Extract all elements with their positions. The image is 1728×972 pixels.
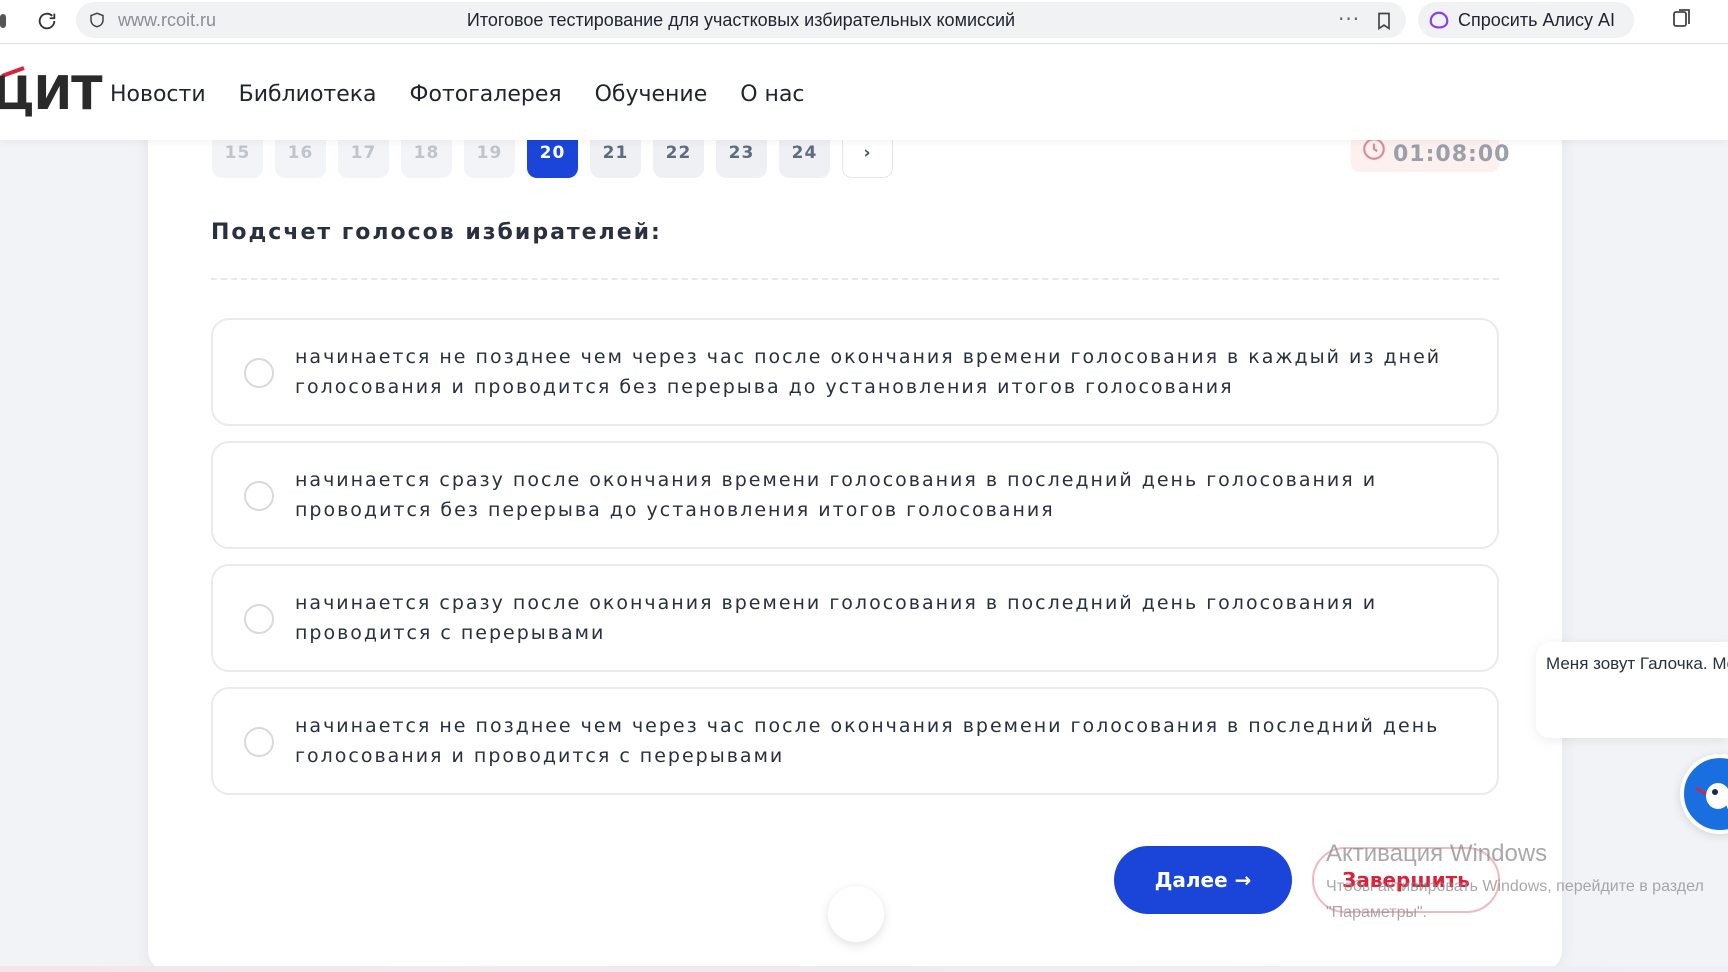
scroll-up-button[interactable] [828, 886, 884, 942]
browser-toolbar: www.rcoit.ru Итоговое тестирование для у… [0, 0, 1728, 44]
ask-alice-button[interactable]: Спросить Алису AI [1418, 2, 1634, 38]
nav-news[interactable]: Новости [110, 82, 206, 107]
finish-button[interactable]: Завершить [1312, 847, 1500, 913]
divider [211, 278, 1499, 280]
back-icon[interactable] [0, 14, 6, 28]
reload-icon[interactable] [32, 6, 62, 36]
ask-alice-label: Спросить Алису AI [1458, 10, 1616, 30]
chat-bubble[interactable]: Меня зовут Галочка. Могу ли я Вам помочь… [1536, 642, 1728, 738]
answer-option[interactable]: начинается не позднее чем через час посл… [211, 318, 1499, 426]
timer-value: 01:08:00 [1393, 142, 1511, 167]
main-nav: Новости Библиотека Фотогалерея Обучение … [110, 82, 805, 107]
answer-option[interactable]: начинается сразу после окончания времени… [211, 564, 1499, 672]
answer-text: начинается не позднее чем через час посл… [295, 715, 1440, 767]
nav-learning[interactable]: Обучение [595, 82, 708, 107]
more-icon[interactable]: ··· [1338, 7, 1360, 31]
radio-button[interactable] [244, 604, 274, 634]
test-card: 15 16 17 18 19 20 21 22 23 24 › 01:08:00… [148, 120, 1562, 972]
site-header: ЦИТ Новости Библиотека Фотогалерея Обуче… [0, 44, 1728, 140]
answer-option[interactable]: начинается не позднее чем через час посл… [211, 687, 1499, 795]
radio-button[interactable] [244, 727, 274, 757]
bookmark-icon[interactable] [1374, 10, 1394, 32]
answer-list: начинается не позднее чем через час посл… [211, 318, 1499, 810]
next-button[interactable]: Далее → [1114, 846, 1292, 914]
extensions-icon[interactable] [1670, 7, 1694, 31]
chat-assistant-avatar[interactable] [1680, 754, 1728, 834]
alice-icon [1429, 11, 1449, 29]
page-title: Итоговое тестирование для участковых изб… [466, 10, 1016, 30]
address-bar[interactable]: www.rcoit.ru Итоговое тестирование для у… [76, 2, 1406, 38]
answer-text: начинается сразу после окончания времени… [295, 469, 1378, 521]
question-title: Подсчет голосов избирателей: [211, 220, 662, 245]
answer-text: начинается сразу после окончания времени… [295, 592, 1378, 644]
radio-button[interactable] [244, 481, 274, 511]
bird-mascot-icon [1695, 783, 1728, 810]
nav-gallery[interactable]: Фотогалерея [410, 82, 562, 107]
nav-library[interactable]: Библиотека [239, 82, 377, 107]
answer-text: начинается не позднее чем через час посл… [295, 346, 1442, 398]
page-bottom-strip [0, 966, 1728, 972]
nav-about[interactable]: О нас [740, 82, 804, 107]
site-logo[interactable]: ЦИТ [0, 66, 103, 120]
radio-button[interactable] [244, 358, 274, 388]
answer-option[interactable]: начинается сразу после окончания времени… [211, 441, 1499, 549]
